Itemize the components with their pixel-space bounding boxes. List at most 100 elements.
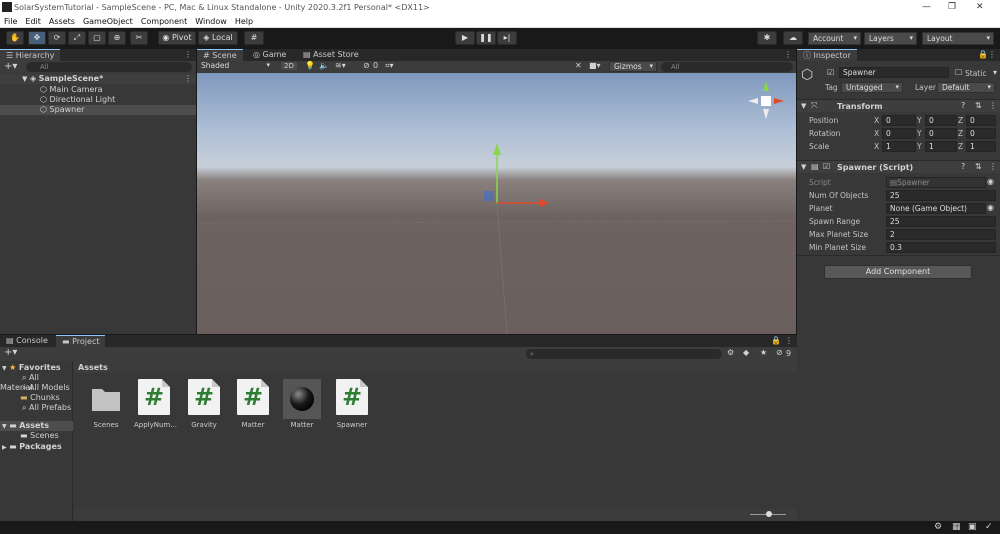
camera-settings-icon[interactable]: ■▾ bbox=[589, 61, 601, 70]
packages-row[interactable]: ▶ ▬ Packages bbox=[0, 442, 73, 452]
project-search-input[interactable]: ⌕ bbox=[526, 349, 722, 359]
spawner-header[interactable]: ▼ ▤ ☑ Spawner (Script) ? ⇅ ⋮ bbox=[797, 160, 1000, 173]
scale-tool-icon[interactable]: ⤢ bbox=[68, 31, 86, 45]
expand-arrow-icon[interactable]: ▼ bbox=[2, 365, 7, 372]
custom-tool-icon[interactable]: ✂ bbox=[130, 31, 148, 45]
hierarchy-item[interactable]: ⬡ Spawner bbox=[0, 105, 196, 115]
orientation-gizmo[interactable] bbox=[746, 77, 786, 121]
panel-menu-icon[interactable]: ⋮ bbox=[785, 336, 793, 345]
local-toggle[interactable]: ◈ Local bbox=[198, 31, 238, 45]
breadcrumb-assets[interactable]: Assets bbox=[78, 363, 108, 372]
move-tool-icon[interactable]: ✥ bbox=[28, 31, 46, 45]
scene-search-input[interactable]: All bbox=[661, 62, 793, 72]
lock-icon[interactable]: 🔒 bbox=[771, 336, 781, 345]
favorite-item[interactable]: ⌕ All Prefabs bbox=[0, 403, 73, 413]
gizmo-negy-cone[interactable] bbox=[763, 109, 769, 119]
z-field[interactable]: 0 bbox=[966, 128, 996, 139]
x-arrow[interactable] bbox=[540, 199, 549, 207]
help-icon[interactable]: ? bbox=[961, 162, 965, 171]
tab-console[interactable]: ▤ Console bbox=[0, 335, 54, 347]
collapse-arrow-icon[interactable]: ▼ bbox=[801, 102, 806, 110]
y-field[interactable]: 0 bbox=[925, 128, 957, 139]
lighting-icon[interactable]: 💡 bbox=[305, 61, 315, 70]
gizmo-center[interactable] bbox=[761, 96, 771, 106]
favorites-row[interactable]: ▼ ★ Favorites bbox=[0, 363, 73, 373]
pause-button[interactable]: ❚❚ bbox=[476, 31, 496, 45]
minimize-button[interactable]: — bbox=[922, 2, 931, 12]
shading-dropdown[interactable]: Shaded bbox=[197, 61, 273, 72]
filter-type-icon[interactable]: ⚙ bbox=[727, 348, 734, 357]
2d-toggle[interactable]: 2D bbox=[281, 62, 297, 70]
z-field[interactable]: 0 bbox=[966, 115, 996, 126]
zoom-slider-thumb[interactable] bbox=[766, 511, 772, 517]
favorite-item[interactable]: ▬ Chunks bbox=[0, 393, 73, 403]
menu-gameobject[interactable]: GameObject bbox=[83, 17, 133, 26]
cache-icon[interactable]: ▦ bbox=[952, 522, 961, 532]
auto-generate-icon[interactable]: ✓ bbox=[985, 522, 993, 532]
rect-tool-icon[interactable]: ▢ bbox=[88, 31, 106, 45]
collapse-arrow-icon[interactable]: ▼ bbox=[801, 163, 806, 171]
scene-viewport[interactable] bbox=[197, 73, 796, 334]
tab-hierarchy[interactable]: ☰ Hierarchy bbox=[0, 49, 61, 61]
transform-tool-icon[interactable]: ⊕ bbox=[108, 31, 126, 45]
object-name-field[interactable]: Spawner bbox=[839, 67, 949, 78]
y-field[interactable]: 1 bbox=[925, 141, 957, 152]
preset-icon[interactable]: ⇅ bbox=[975, 101, 982, 110]
expand-arrow-icon[interactable]: ▼ bbox=[22, 75, 27, 83]
spawner-field-value[interactable]: 25 bbox=[886, 190, 996, 201]
menu-help[interactable]: Help bbox=[235, 17, 253, 26]
camera-icon[interactable]: ⌗▾ bbox=[385, 61, 394, 71]
tab-project[interactable]: ▬ Project bbox=[56, 335, 106, 347]
gizmo-y-cone[interactable] bbox=[763, 81, 769, 91]
spawner-field-value[interactable]: 25 bbox=[886, 216, 996, 227]
menu-file[interactable]: File bbox=[4, 17, 17, 26]
object-picker-icon[interactable]: ◉ bbox=[987, 177, 994, 186]
menu-component[interactable]: Component bbox=[141, 17, 187, 26]
pivot-toggle[interactable]: ◉ Pivot bbox=[158, 31, 196, 45]
add-icon[interactable]: +▾ bbox=[4, 347, 17, 358]
expand-arrow-icon[interactable]: ▼ bbox=[2, 423, 7, 430]
y-field[interactable]: 0 bbox=[925, 115, 957, 126]
x-field[interactable]: 1 bbox=[882, 141, 916, 152]
close-button[interactable]: ✕ bbox=[976, 2, 984, 12]
favorite-item[interactable]: ⌕ All Material bbox=[0, 373, 73, 392]
hand-tool-icon[interactable]: ✋ bbox=[6, 31, 24, 45]
tab-asset-store[interactable]: ▤ Asset Store bbox=[297, 49, 365, 61]
lock-icon[interactable]: 🔒 bbox=[978, 50, 988, 59]
enabled-checkbox[interactable]: ☑ bbox=[823, 162, 830, 171]
static-checkbox[interactable]: ☐ bbox=[955, 68, 962, 77]
add-component-button[interactable]: Add Component bbox=[824, 265, 972, 279]
tools-icon[interactable]: ✕ bbox=[575, 61, 582, 70]
favorite-item[interactable]: ⌕ All Models bbox=[0, 383, 73, 393]
account-dropdown[interactable]: Account bbox=[808, 32, 861, 45]
collab-icon[interactable]: ✱ bbox=[757, 31, 777, 45]
help-icon[interactable]: ? bbox=[961, 101, 965, 110]
gizmos-dropdown[interactable]: Gizmos bbox=[609, 61, 657, 72]
grid-snap-icon[interactable]: # bbox=[244, 31, 264, 45]
component-menu-icon[interactable]: ⋮ bbox=[989, 162, 997, 171]
hidden-packages-icon[interactable]: ⊘ bbox=[776, 348, 783, 357]
step-button[interactable]: ▸| bbox=[497, 31, 517, 45]
play-button[interactable]: ▶ bbox=[455, 31, 475, 45]
tab-game[interactable]: ◎ Game bbox=[247, 49, 292, 61]
scene-row[interactable]: ▼ ◈ SampleScene* ⋮ bbox=[0, 74, 196, 84]
add-icon[interactable]: +▾ bbox=[4, 61, 17, 72]
tree-item[interactable]: ▬ Scenes bbox=[0, 431, 73, 441]
tag-dropdown[interactable]: Untagged bbox=[841, 82, 903, 93]
panel-menu-icon[interactable]: ⋮ bbox=[988, 50, 996, 59]
progress-icon[interactable]: ⚙ bbox=[934, 522, 942, 532]
maximize-button[interactable]: ❐ bbox=[948, 2, 956, 12]
debug-icon[interactable]: ▣ bbox=[968, 522, 977, 532]
plane-handle[interactable] bbox=[484, 191, 494, 201]
asset-item[interactable]: Scenes bbox=[86, 379, 126, 429]
x-field[interactable]: 0 bbox=[882, 128, 916, 139]
visibility-icon[interactable]: ⊘ bbox=[363, 61, 370, 70]
spawner-field-value[interactable]: 0.3 bbox=[886, 242, 996, 253]
scene-menu-icon[interactable]: ⋮ bbox=[184, 74, 192, 84]
component-menu-icon[interactable]: ⋮ bbox=[989, 101, 997, 110]
tab-scene[interactable]: # Scene bbox=[197, 49, 243, 61]
transform-header[interactable]: ▼ ⤧ Transform ? ⇅ ⋮ bbox=[797, 99, 1000, 112]
menu-edit[interactable]: Edit bbox=[25, 17, 41, 26]
gizmo-negx-cone[interactable] bbox=[748, 98, 758, 104]
hierarchy-item[interactable]: ⬡ Main Camera bbox=[0, 85, 196, 95]
